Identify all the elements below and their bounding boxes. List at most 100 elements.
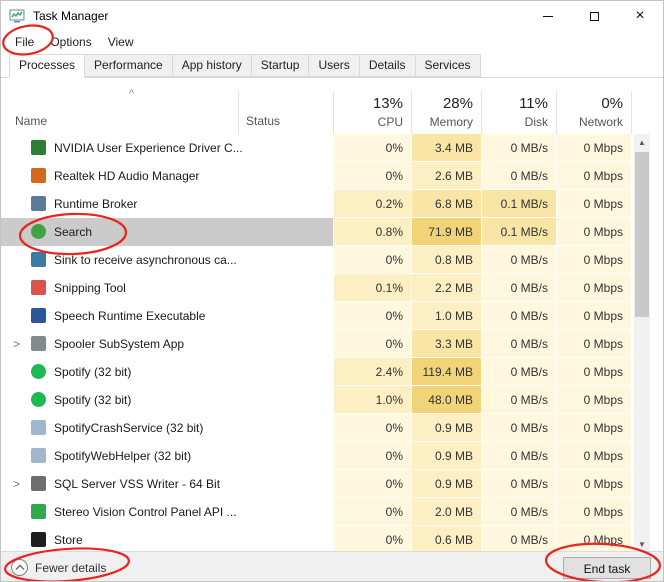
menu-options[interactable]: Options	[42, 32, 99, 52]
process-disk-cell: 0 MB/s	[481, 246, 556, 274]
cpu-column-label: CPU	[333, 115, 403, 129]
tab-processes[interactable]: Processes	[9, 54, 85, 78]
process-row[interactable]: Search0.8%71.9 MB0.1 MB/s0 Mbps	[1, 218, 651, 246]
tab-services[interactable]: Services	[415, 54, 481, 77]
footer-bar: Fewer details End task	[1, 551, 663, 582]
header-divider	[481, 91, 482, 134]
column-header-disk[interactable]: 11% Disk	[481, 91, 556, 134]
process-mem-cell: 1.0 MB	[411, 302, 481, 330]
tab-performance[interactable]: Performance	[84, 54, 173, 77]
cpu-total-percent: 13%	[333, 95, 403, 112]
process-mem-cell: 0.6 MB	[411, 526, 481, 552]
process-cpu-cell: 0.1%	[333, 274, 411, 302]
process-status-cell	[238, 190, 333, 218]
process-name: Speech Runtime Executable	[54, 302, 205, 330]
process-disk-cell: 0 MB/s	[481, 414, 556, 442]
process-net-cell: 0 Mbps	[556, 330, 631, 358]
process-cpu-cell: 0%	[333, 330, 411, 358]
column-header-name[interactable]: Name	[15, 114, 47, 128]
process-row[interactable]: Spotify (32 bit)2.4%119.4 MB0 MB/s0 Mbps	[1, 358, 651, 386]
process-mem-cell: 2.2 MB	[411, 274, 481, 302]
process-row[interactable]: Speech Runtime Executable0%1.0 MB0 MB/s0…	[1, 302, 651, 330]
disk-column-label: Disk	[481, 115, 548, 129]
process-row[interactable]: Spotify (32 bit)1.0%48.0 MB0 MB/s0 Mbps	[1, 386, 651, 414]
close-icon: ×	[635, 8, 644, 24]
tab-details[interactable]: Details	[359, 54, 416, 77]
scrollbar-thumb[interactable]	[635, 152, 649, 317]
process-net-cell: 0 Mbps	[556, 498, 631, 526]
minimize-button[interactable]	[525, 1, 571, 31]
process-cpu-cell: 2.4%	[333, 358, 411, 386]
fewer-details-toggle[interactable]: Fewer details	[11, 559, 106, 576]
process-row[interactable]: NVIDIA User Experience Driver C...0%3.4 …	[1, 134, 651, 162]
process-row[interactable]: SpotifyCrashService (32 bit)0%0.9 MB0 MB…	[1, 414, 651, 442]
process-disk-cell: 0 MB/s	[481, 330, 556, 358]
process-row[interactable]: >Spooler SubSystem App 0%3.3 MB0 MB/s0 Mb…	[1, 330, 651, 358]
process-cpu-cell: 0%	[333, 134, 411, 162]
process-cpu-cell: 0.8%	[333, 218, 411, 246]
process-mem-cell: 3.3 MB	[411, 330, 481, 358]
process-name: Realtek HD Audio Manager	[54, 162, 199, 190]
process-disk-cell: 0 MB/s	[481, 302, 556, 330]
process-disk-cell: 0 MB/s	[481, 526, 556, 552]
process-name: Runtime Broker	[54, 190, 137, 218]
process-row[interactable]: Runtime Broker0.2%6.8 MB0.1 MB/s0 Mbps	[1, 190, 651, 218]
column-header-status[interactable]: Status	[246, 114, 280, 128]
process-name-cell: >Spooler SubSystem App	[1, 330, 238, 358]
menu-view[interactable]: View	[100, 32, 142, 52]
search-icon	[31, 224, 46, 239]
menu-file[interactable]: File	[7, 32, 42, 52]
process-net-cell: 0 Mbps	[556, 134, 631, 162]
process-mem-cell: 0.8 MB	[411, 246, 481, 274]
process-status-cell	[238, 330, 333, 358]
window-title: Task Manager	[33, 9, 108, 23]
process-name-cell: Spotify (32 bit)	[1, 386, 238, 414]
process-row[interactable]: >SQL Server VSS Writer - 64 Bit0%0.9 MB0…	[1, 470, 651, 498]
sql-server-icon	[31, 476, 46, 491]
process-name-cell: Spotify (32 bit)	[1, 358, 238, 386]
network-column-label: Network	[556, 115, 623, 129]
column-header-network[interactable]: 0% Network	[556, 91, 631, 134]
process-name-cell: Search	[1, 218, 238, 246]
end-task-button[interactable]: End task	[563, 557, 651, 579]
vertical-scrollbar[interactable]: ▲ ▼	[634, 134, 650, 552]
expand-chevron-icon[interactable]: >	[13, 470, 20, 498]
expand-chevron-icon[interactable]: >	[13, 330, 20, 358]
header-divider	[411, 91, 412, 134]
process-row[interactable]: Realtek HD Audio Manager0%2.6 MB0 MB/s0 …	[1, 162, 651, 190]
process-name-cell: SpotifyWebHelper (32 bit)	[1, 442, 238, 470]
tab-users[interactable]: Users	[308, 54, 359, 77]
process-cpu-cell: 0%	[333, 302, 411, 330]
process-row[interactable]: Sink to receive asynchronous ca...0%0.8 …	[1, 246, 651, 274]
maximize-button[interactable]	[571, 1, 617, 31]
column-header-cpu[interactable]: 13% CPU	[333, 91, 411, 134]
task-manager-app-icon	[9, 8, 25, 24]
process-disk-cell: 0 MB/s	[481, 386, 556, 414]
process-cpu-cell: 0%	[333, 442, 411, 470]
process-net-cell: 0 Mbps	[556, 162, 631, 190]
process-cpu-cell: 0%	[333, 470, 411, 498]
header-divider	[238, 91, 239, 134]
process-name-cell: Speech Runtime Executable	[1, 302, 238, 330]
chevron-up-circle-icon	[11, 559, 28, 576]
close-button[interactable]: ×	[617, 1, 663, 31]
process-row[interactable]: Stereo Vision Control Panel API ...0%2.0…	[1, 498, 651, 526]
process-name: Store	[54, 526, 83, 552]
process-name-cell: Runtime Broker	[1, 190, 238, 218]
disk-total-percent: 11%	[481, 95, 548, 112]
scroll-up-icon[interactable]: ▲	[634, 134, 650, 150]
header-divider	[333, 91, 334, 134]
process-row[interactable]: SpotifyWebHelper (32 bit)0%0.9 MB0 MB/s0…	[1, 442, 651, 470]
process-disk-cell: 0.1 MB/s	[481, 218, 556, 246]
tab-app-history[interactable]: App history	[172, 54, 252, 77]
process-name-cell: Store	[1, 526, 238, 552]
process-row[interactable]: Snipping Tool0.1%2.2 MB0 MB/s0 Mbps	[1, 274, 651, 302]
tab-startup[interactable]: Startup	[251, 54, 310, 77]
process-row[interactable]: Store0%0.6 MB0 MB/s0 Mbps	[1, 526, 651, 552]
scroll-down-icon[interactable]: ▼	[634, 536, 650, 552]
runtime-broker-icon	[31, 196, 46, 211]
process-net-cell: 0 Mbps	[556, 386, 631, 414]
process-cpu-cell: 0%	[333, 498, 411, 526]
process-disk-cell: 0 MB/s	[481, 470, 556, 498]
column-header-memory[interactable]: 28% Memory	[411, 91, 481, 134]
